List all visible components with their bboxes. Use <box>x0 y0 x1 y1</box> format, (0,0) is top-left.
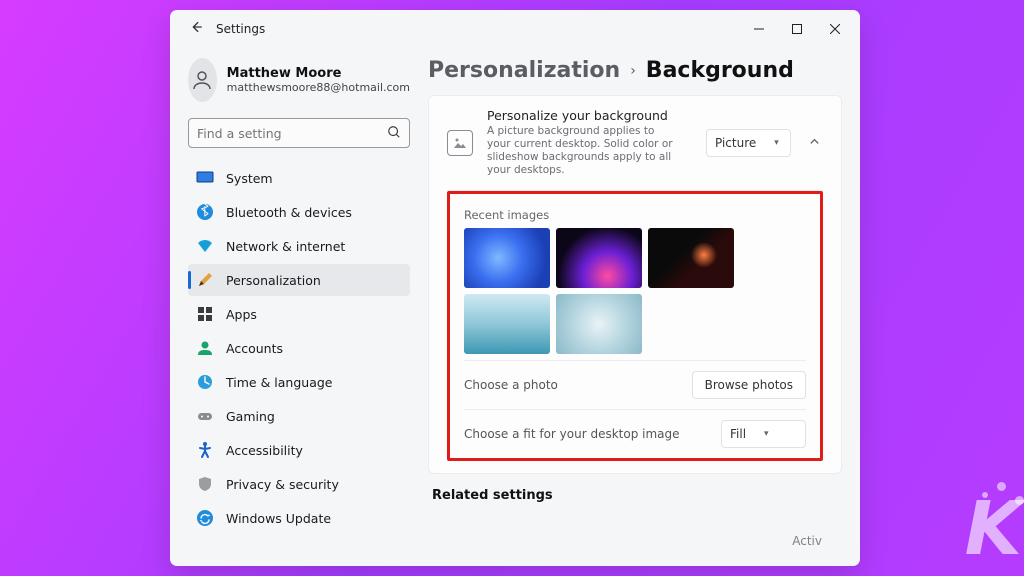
settings-window: Settings Matthew Moore matthewsmoore88@h… <box>170 10 860 566</box>
recent-image-thumb[interactable] <box>556 228 642 288</box>
picture-icon <box>447 130 473 156</box>
chevron-up-icon <box>809 136 820 147</box>
apps-icon <box>196 305 214 323</box>
search-box[interactable] <box>188 118 410 148</box>
sidebar-item-label: Apps <box>226 307 257 322</box>
fit-dropdown[interactable]: Fill ▾ <box>721 420 806 448</box>
sidebar-item-label: Network & internet <box>226 239 345 254</box>
avatar <box>188 58 217 102</box>
sidebar-item-privacy[interactable]: Privacy & security <box>188 468 410 500</box>
breadcrumb-current: Background <box>646 58 794 83</box>
choose-fit-label: Choose a fit for your desktop image <box>464 427 707 441</box>
back-button[interactable] <box>182 20 210 38</box>
search-icon <box>387 124 401 143</box>
sidebar-nav: System Bluetooth & devices Network & int… <box>188 162 410 534</box>
sidebar-item-label: Accounts <box>226 341 283 356</box>
sidebar-item-gaming[interactable]: Gaming <box>188 400 410 432</box>
user-icon <box>190 68 214 92</box>
personalize-heading: Personalize your background <box>487 108 692 123</box>
clock-globe-icon <box>196 373 214 391</box>
chevron-down-icon: ▾ <box>774 138 779 148</box>
recent-image-thumb[interactable] <box>648 228 734 288</box>
accessibility-icon <box>196 441 214 459</box>
sidebar-item-label: Gaming <box>226 409 275 424</box>
titlebar: Settings <box>170 10 860 48</box>
close-icon <box>830 24 840 34</box>
sidebar-item-network[interactable]: Network & internet <box>188 230 410 262</box>
minimize-button[interactable] <box>740 14 778 44</box>
user-name: Matthew Moore <box>227 66 410 81</box>
sidebar-item-label: Personalization <box>226 273 321 288</box>
sidebar-item-time[interactable]: Time & language <box>188 366 410 398</box>
dropdown-value: Picture <box>715 136 756 150</box>
main-content: Personalization › Background Personalize… <box>418 48 860 566</box>
breadcrumb-parent[interactable]: Personalization <box>428 58 620 83</box>
sidebar-item-label: Windows Update <box>226 511 331 526</box>
personalize-description: A picture background applies to your cur… <box>487 125 677 178</box>
arrow-left-icon <box>189 20 203 34</box>
window-title: Settings <box>216 22 265 36</box>
background-type-dropdown[interactable]: Picture ▾ <box>706 129 791 157</box>
chevron-down-icon: ▾ <box>764 429 769 439</box>
sidebar-item-label: System <box>226 171 273 186</box>
chevron-right-icon: › <box>630 63 636 79</box>
highlight-box: Recent images Choose a photo Browse phot… <box>447 191 823 461</box>
breadcrumb: Personalization › Background <box>428 58 842 83</box>
collapse-button[interactable] <box>805 136 823 150</box>
sidebar-item-label: Accessibility <box>226 443 303 458</box>
accounts-icon <box>196 339 214 357</box>
browse-photos-button[interactable]: Browse photos <box>692 371 806 399</box>
update-icon <box>196 509 214 527</box>
recent-image-thumb[interactable] <box>464 228 550 288</box>
choose-photo-label: Choose a photo <box>464 378 678 392</box>
maximize-button[interactable] <box>778 14 816 44</box>
background-card: Personalize your background A picture ba… <box>428 95 842 474</box>
user-email: matthewsmoore88@hotmail.com <box>227 81 410 94</box>
brand-watermark: K <box>965 486 1018 572</box>
close-button[interactable] <box>816 14 854 44</box>
sidebar: Matthew Moore matthewsmoore88@hotmail.co… <box>170 48 418 566</box>
sidebar-item-accounts[interactable]: Accounts <box>188 332 410 364</box>
sidebar-item-accessibility[interactable]: Accessibility <box>188 434 410 466</box>
choose-fit-row: Choose a fit for your desktop image Fill… <box>464 409 806 458</box>
maximize-icon <box>792 24 802 34</box>
minimize-icon <box>754 24 764 34</box>
sidebar-item-personalization[interactable]: Personalization <box>188 264 410 296</box>
shield-icon <box>196 475 214 493</box>
related-settings-heading: Related settings <box>428 488 842 503</box>
user-profile[interactable]: Matthew Moore matthewsmoore88@hotmail.co… <box>188 58 410 102</box>
recent-image-thumb[interactable] <box>556 294 642 354</box>
sidebar-item-label: Time & language <box>226 375 332 390</box>
sidebar-item-apps[interactable]: Apps <box>188 298 410 330</box>
bluetooth-icon <box>196 203 214 221</box>
choose-photo-row: Choose a photo Browse photos <box>464 360 806 409</box>
gamepad-icon <box>196 407 214 425</box>
wifi-icon <box>196 237 214 255</box>
sidebar-item-update[interactable]: Windows Update <box>188 502 410 534</box>
paintbrush-icon <box>196 271 214 289</box>
sidebar-item-label: Privacy & security <box>226 477 339 492</box>
dropdown-value: Fill <box>730 427 746 441</box>
activation-watermark: Activ <box>792 534 822 548</box>
sidebar-item-system[interactable]: System <box>188 162 410 194</box>
search-input[interactable] <box>197 126 387 141</box>
recent-image-thumb[interactable] <box>464 294 550 354</box>
sidebar-item-bluetooth[interactable]: Bluetooth & devices <box>188 196 410 228</box>
sidebar-item-label: Bluetooth & devices <box>226 205 352 220</box>
recent-images-grid <box>464 228 806 354</box>
personalize-header-row: Personalize your background A picture ba… <box>447 108 823 191</box>
recent-images-label: Recent images <box>464 208 806 222</box>
system-icon <box>196 169 214 187</box>
